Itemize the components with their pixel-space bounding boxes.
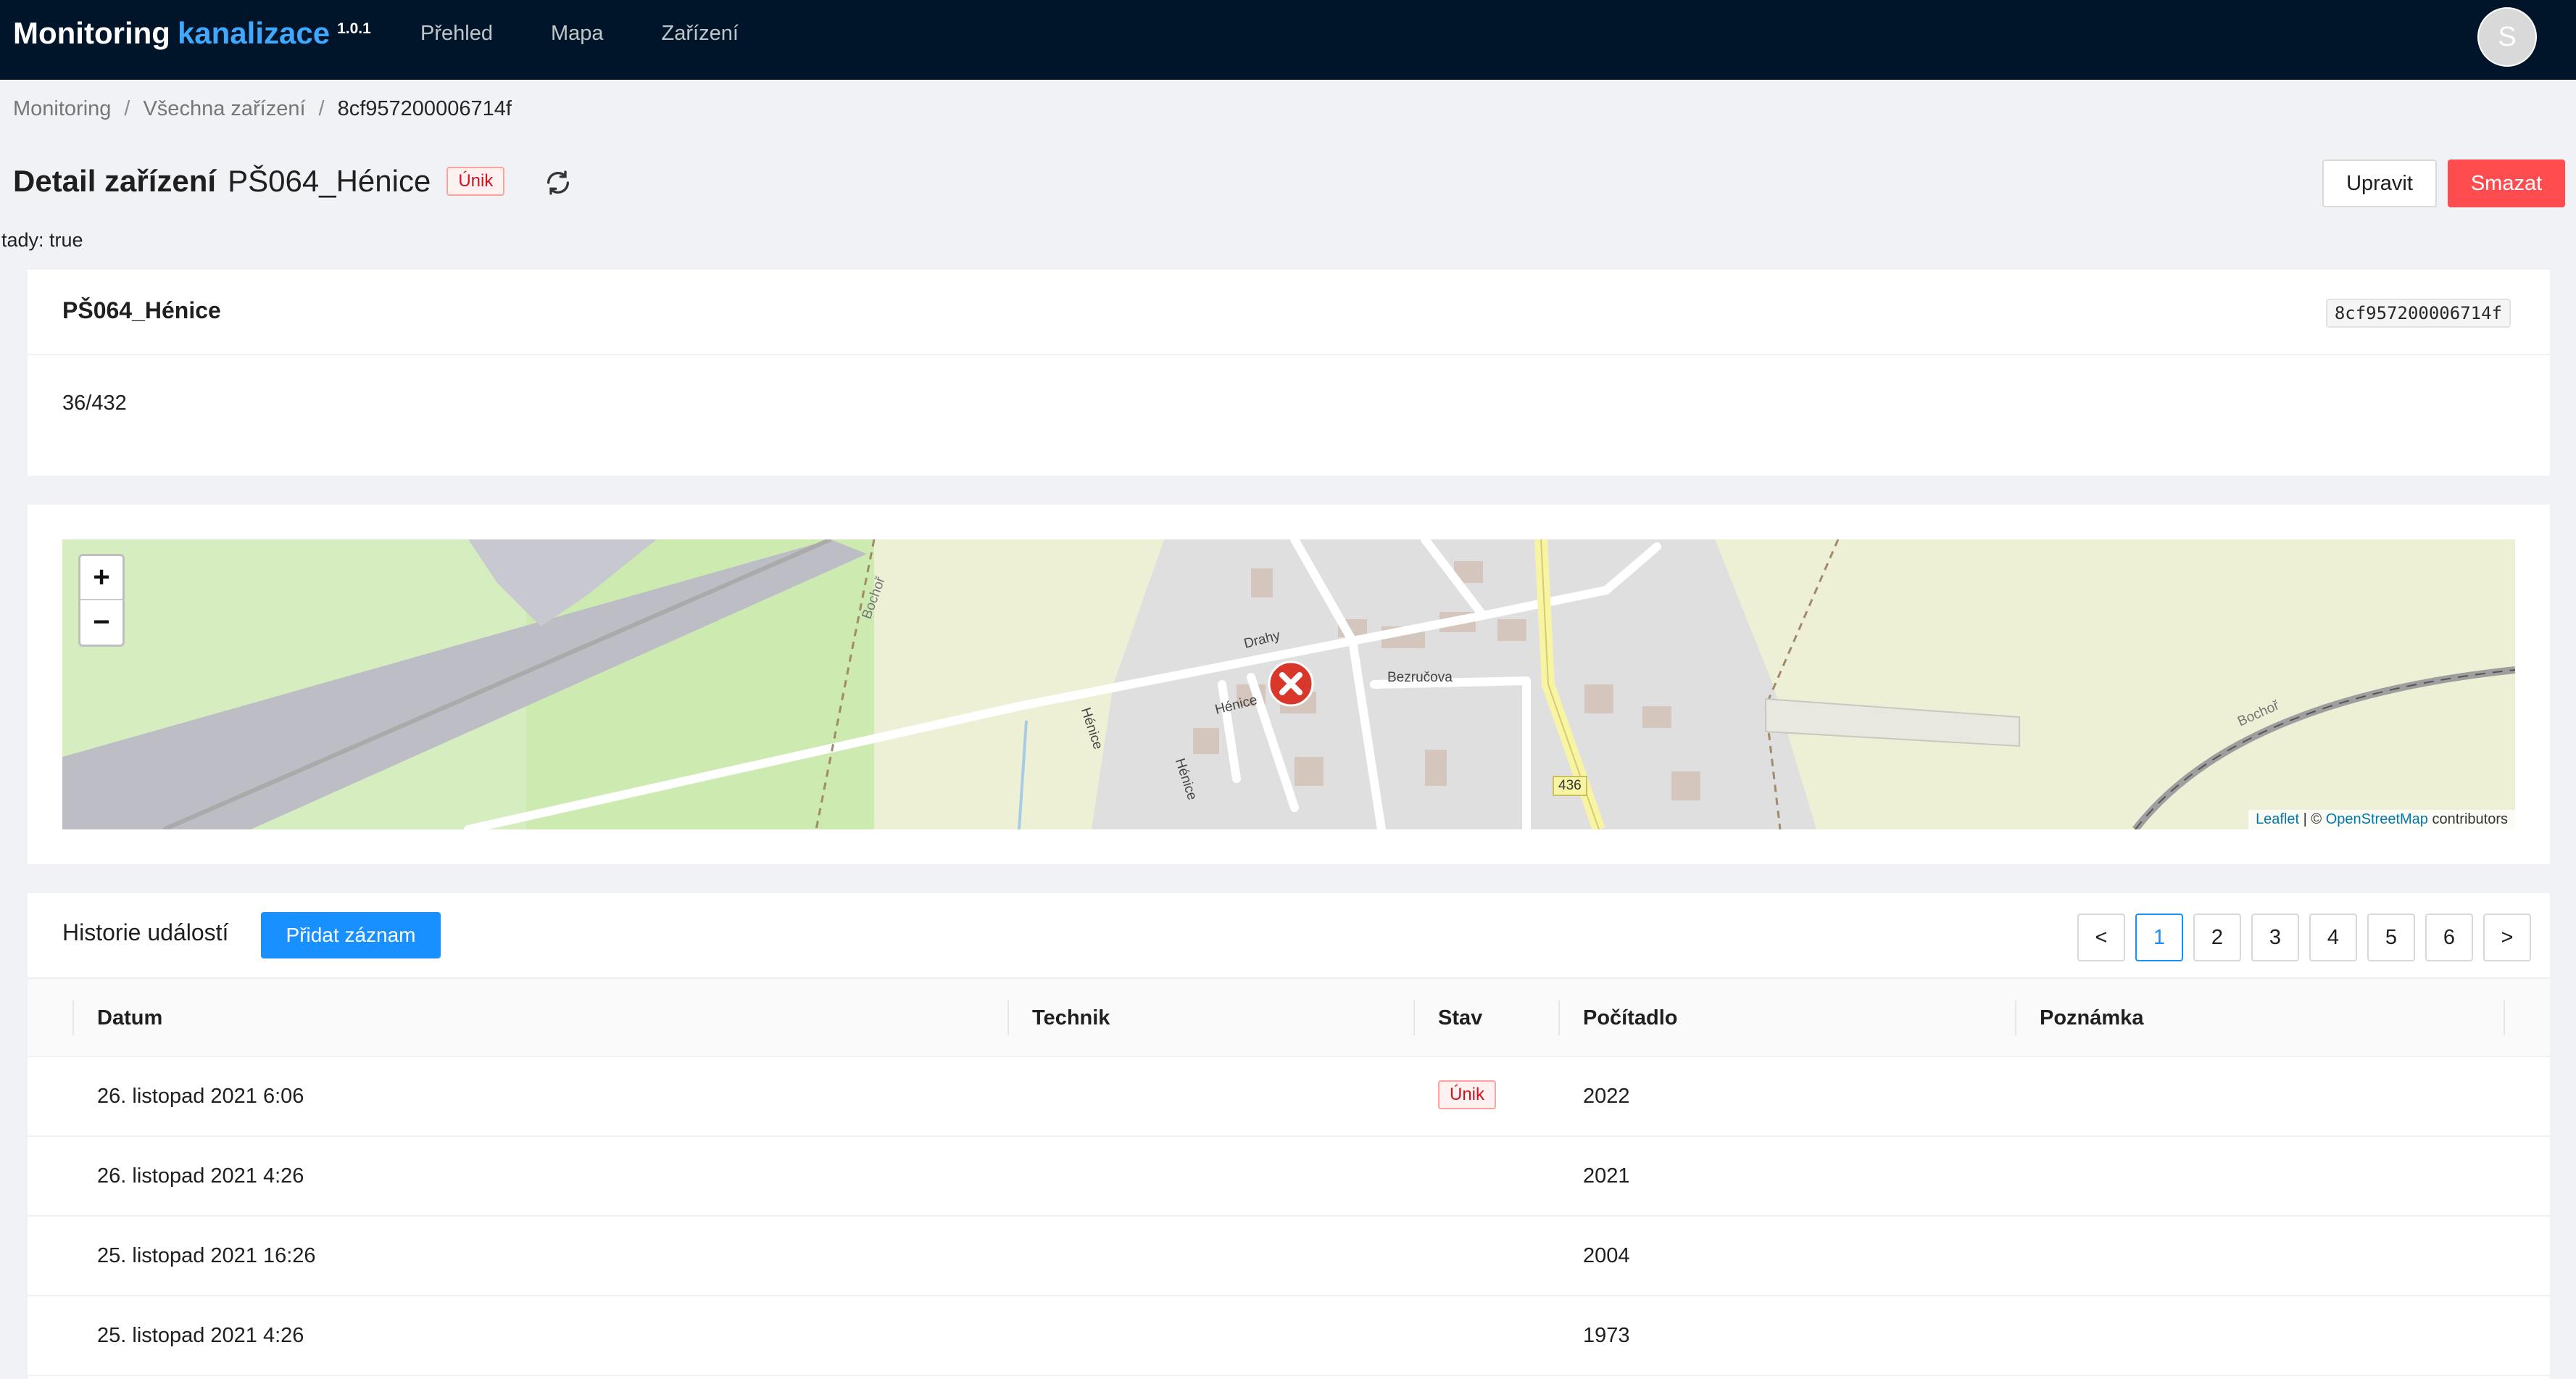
pagination-page-3[interactable]: 3 bbox=[2251, 914, 2299, 961]
nav-item-zarizeni[interactable]: Zařízení bbox=[633, 22, 768, 46]
page-subtitle-device: PŠ064_Hénice bbox=[228, 164, 431, 198]
column-header-technik[interactable]: Technik bbox=[1032, 1006, 1110, 1030]
column-header-datum[interactable]: Datum bbox=[97, 1006, 162, 1030]
table-header: Datum Technik Stav Počítadlo Poznámka bbox=[28, 977, 2550, 1057]
delete-button[interactable]: Smazat bbox=[2448, 160, 2565, 207]
pagination-page-2[interactable]: 2 bbox=[2193, 914, 2241, 961]
column-divider bbox=[72, 1001, 74, 1035]
pagination-page-5[interactable]: 5 bbox=[2367, 914, 2415, 961]
cell-pocitadlo: 2021 bbox=[1583, 1164, 1630, 1188]
device-card-header: PŠ064_Hénice 8cf957200006714f bbox=[28, 270, 2550, 355]
breadcrumb-separator: / bbox=[318, 97, 325, 120]
cell-datum: 26. listopad 2021 4:26 bbox=[97, 1164, 304, 1188]
device-id-code: 8cf957200006714f bbox=[2325, 299, 2511, 328]
breadcrumb-monitoring[interactable]: Monitoring bbox=[13, 97, 111, 121]
pagination-page-1[interactable]: 1 bbox=[2135, 914, 2183, 961]
pagination-prev-button[interactable]: < bbox=[2077, 914, 2125, 961]
attribution-contributors: contributors bbox=[2427, 811, 2508, 827]
column-header-stav[interactable]: Stav bbox=[1438, 1006, 1482, 1030]
map-road-number: 436 bbox=[1553, 776, 1587, 796]
pagination-next-button[interactable]: > bbox=[2483, 914, 2531, 961]
app-version: 1.0.1 bbox=[337, 20, 371, 37]
page-title: Detail zařízení PŠ064_Hénice Únik bbox=[13, 164, 505, 199]
column-divider bbox=[1413, 1001, 1415, 1035]
column-divider bbox=[1558, 1001, 1560, 1035]
leaflet-link[interactable]: Leaflet bbox=[2256, 811, 2299, 827]
pagination-page-6[interactable]: 6 bbox=[2425, 914, 2473, 961]
breadcrumb-all-devices[interactable]: Všechna zařízení bbox=[143, 97, 305, 121]
column-header-poznamka[interactable]: Poznámka bbox=[2040, 1006, 2143, 1030]
main-nav: Přehled Mapa Zařízení bbox=[391, 22, 768, 46]
attribution-separator: | © bbox=[2299, 811, 2326, 827]
table-row[interactable]: 25. listopad 2021 16:26 2004 bbox=[28, 1217, 2550, 1296]
cell-datum: 25. listopad 2021 16:26 bbox=[97, 1244, 316, 1267]
column-divider bbox=[2015, 1001, 2016, 1035]
pagination: < 1 2 3 4 5 6 > bbox=[2077, 914, 2541, 961]
zoom-in-button[interactable]: + bbox=[80, 556, 122, 600]
brand-main-text: Monitoring bbox=[13, 16, 170, 50]
cell-pocitadlo: 2022 bbox=[1583, 1085, 1630, 1108]
top-navigation-bar: Monitoring kanalizace 1.0.1 Přehled Mapa… bbox=[0, 0, 2576, 80]
table-row[interactable]: 26. listopad 2021 4:26 2021 bbox=[28, 1137, 2550, 1217]
map-street-label: Bezručova bbox=[1387, 670, 1453, 685]
nav-item-mapa[interactable]: Mapa bbox=[522, 22, 633, 46]
map-zoom-control: + − bbox=[78, 554, 125, 647]
page-title-text: Detail zařízení bbox=[13, 164, 217, 198]
nav-item-prehled[interactable]: Přehled bbox=[391, 22, 522, 46]
map-attribution: Leaflet | © OpenStreetMap contributors bbox=[2248, 810, 2515, 829]
edit-button[interactable]: Upravit bbox=[2322, 160, 2437, 207]
column-divider bbox=[2504, 1001, 2505, 1035]
history-card: Historie událostí Přidat záznam < 1 2 3 … bbox=[28, 893, 2550, 1379]
history-title: Historie událostí bbox=[62, 919, 229, 945]
table-row[interactable]: 25. listopad 2021 4:26 1973 bbox=[28, 1296, 2550, 1376]
table-row[interactable]: 26. listopad 2021 6:06 Únik 2022 bbox=[28, 1057, 2550, 1137]
map-card: Drahy Hénice Bezručova Hénice Hénice Boc… bbox=[28, 505, 2550, 864]
breadcrumb-current: 8cf957200006714f bbox=[337, 97, 512, 120]
device-marker-icon[interactable] bbox=[1267, 660, 1315, 708]
cell-stav-badge: Únik bbox=[1438, 1080, 1497, 1109]
column-divider bbox=[1007, 1001, 1009, 1035]
breadcrumb: Monitoring / Všechna zařízení / 8cf95720… bbox=[13, 97, 512, 121]
osm-link[interactable]: OpenStreetMap bbox=[2326, 811, 2428, 827]
device-map[interactable]: Drahy Hénice Bezručova Hénice Hénice Boc… bbox=[62, 539, 2515, 829]
device-name: PŠ064_Hénice bbox=[62, 297, 221, 323]
brand-accent-text: kanalizace bbox=[177, 16, 331, 50]
status-badge: Únik bbox=[446, 167, 505, 196]
history-table: Datum Technik Stav Počítadlo Poznámka 26… bbox=[28, 977, 2550, 1376]
device-description: 36/432 bbox=[62, 392, 127, 415]
cell-datum: 25. listopad 2021 4:26 bbox=[97, 1324, 304, 1347]
device-info-card: PŠ064_Hénice 8cf957200006714f 36/432 bbox=[28, 270, 2550, 476]
user-avatar[interactable]: S bbox=[2477, 7, 2537, 67]
cell-pocitadlo: 1973 bbox=[1583, 1324, 1630, 1347]
breadcrumb-separator: / bbox=[124, 97, 130, 120]
refresh-icon[interactable] bbox=[544, 168, 573, 197]
zoom-out-button[interactable]: − bbox=[80, 600, 122, 645]
column-header-pocitadlo[interactable]: Počítadlo bbox=[1583, 1006, 1678, 1030]
cell-pocitadlo: 2004 bbox=[1583, 1244, 1630, 1267]
pagination-page-4[interactable]: 4 bbox=[2309, 914, 2357, 961]
app-logo[interactable]: Monitoring kanalizace 1.0.1 bbox=[13, 16, 371, 51]
debug-text: tady: true bbox=[1, 229, 83, 251]
cell-datum: 26. listopad 2021 6:06 bbox=[97, 1085, 304, 1108]
add-record-button[interactable]: Přidat záznam bbox=[261, 912, 441, 958]
